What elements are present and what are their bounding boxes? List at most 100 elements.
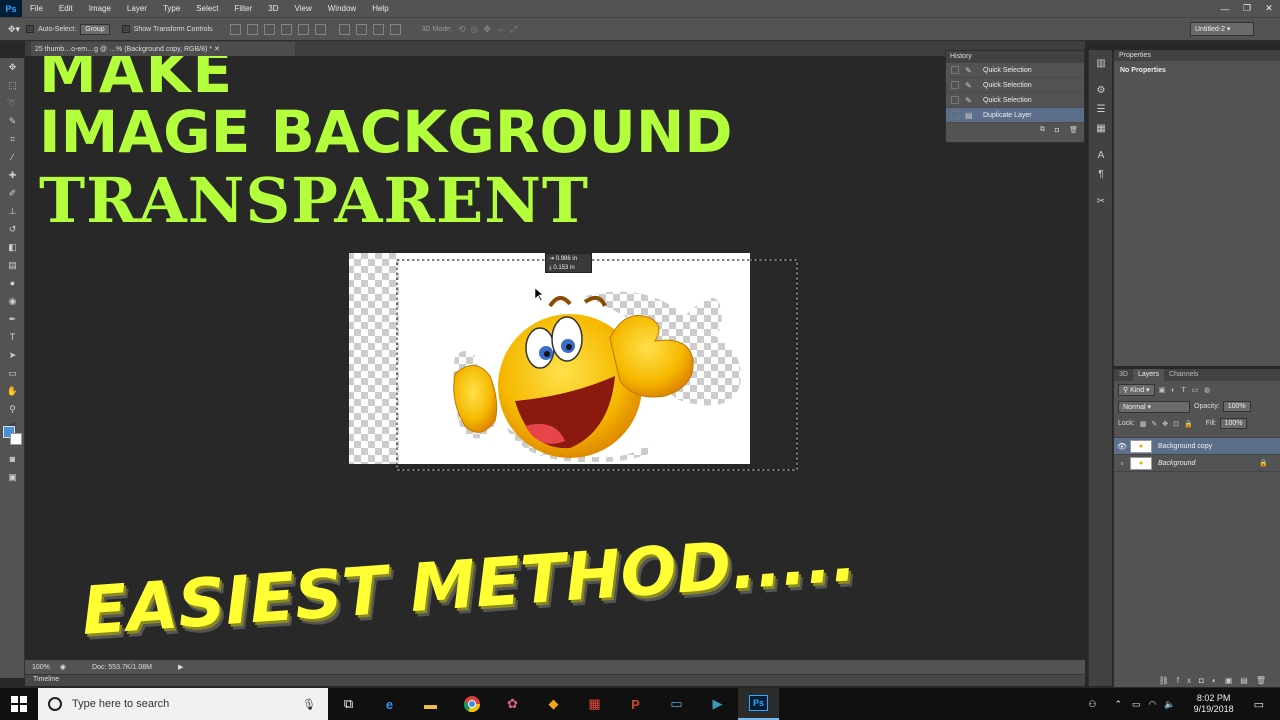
layer-row[interactable]: ▫ ● Background 🔒 — [1114, 455, 1280, 472]
lasso-tool-icon[interactable]: ➰ — [0, 94, 25, 112]
menu-3d[interactable]: 3D — [260, 4, 286, 13]
marquee-tool-icon[interactable]: ⬚ — [0, 76, 25, 94]
timeline-panel[interactable]: Timeline — [25, 674, 1085, 686]
healing-brush-icon[interactable]: ✚ — [0, 166, 25, 184]
clone-stamp-icon[interactable]: ⊥ — [0, 202, 25, 220]
align-left-icon[interactable] — [280, 23, 292, 35]
restore-button[interactable]: ❐ — [1236, 0, 1258, 17]
taskbar-search[interactable]: Type here to search 🎙 — [38, 688, 328, 720]
close-button[interactable]: ✕ — [1258, 0, 1280, 17]
adjustments-icon[interactable]: ⚙ — [1089, 81, 1113, 100]
histogram-icon[interactable]: ▥ — [1089, 54, 1113, 73]
camera-icon[interactable]: ◘ — [1055, 127, 1059, 134]
notifications-icon[interactable]: ▭ — [1254, 698, 1264, 711]
tab-layers[interactable]: Layers — [1132, 369, 1164, 381]
lock-icons[interactable]: ▦✎✥⊡🔒 — [1140, 420, 1198, 428]
menu-select[interactable]: Select — [188, 4, 226, 13]
pen-tool-icon[interactable]: ✒ — [0, 310, 25, 328]
move-tool-icon[interactable]: ✥▾ — [8, 24, 20, 35]
history-snapshot-checkbox[interactable] — [951, 111, 959, 119]
menu-image[interactable]: Image — [81, 4, 119, 13]
menu-file[interactable]: File — [22, 4, 51, 13]
move-tool-icon[interactable]: ✥ — [0, 58, 25, 76]
crop-tool-icon[interactable]: ⌗ — [0, 130, 25, 148]
distribute-icon[interactable] — [355, 23, 367, 35]
tab-channels[interactable]: Channels — [1164, 369, 1204, 381]
brush-tool-icon[interactable]: ✐ — [0, 184, 25, 202]
history-brush-icon[interactable]: ↺ — [0, 220, 25, 238]
trash-icon[interactable]: 🗑 — [1069, 126, 1078, 134]
type-tool-icon[interactable]: T — [0, 328, 25, 346]
align-bottom-icon[interactable] — [263, 23, 275, 35]
workspace-selector[interactable]: Untitled-2 ▾ — [1190, 22, 1254, 36]
minimize-button[interactable]: — — [1214, 0, 1236, 17]
blur-tool-icon[interactable]: ● — [0, 274, 25, 292]
chrome-icon[interactable] — [451, 688, 492, 720]
menu-edit[interactable]: Edit — [51, 4, 81, 13]
distribute-icon[interactable] — [372, 23, 384, 35]
microphone-icon[interactable]: 🎙 — [302, 698, 316, 711]
gradient-tool-icon[interactable]: ▤ — [0, 256, 25, 274]
start-button[interactable] — [0, 688, 38, 720]
edge-icon[interactable]: e — [369, 688, 410, 720]
menu-view[interactable]: View — [287, 4, 320, 13]
quick-selection-tool-icon[interactable]: ✎ — [0, 112, 25, 130]
app-icon[interactable]: ◆ — [533, 688, 574, 720]
powerpoint-icon[interactable]: P — [615, 688, 656, 720]
menu-filter[interactable]: Filter — [227, 4, 261, 13]
chevron-up-icon[interactable]: ⌃ — [1114, 699, 1122, 710]
tools-preset-icon[interactable]: ✂ — [1089, 192, 1113, 211]
hand-tool-icon[interactable]: ✋ — [0, 382, 25, 400]
history-item[interactable]: ▤ Duplicate Layer — [946, 108, 1084, 123]
menu-window[interactable]: Window — [320, 4, 364, 13]
close-tab-icon[interactable]: ✕ — [214, 46, 220, 53]
auto-select-checkbox[interactable] — [26, 25, 35, 33]
office-icon[interactable]: ▦ — [574, 688, 615, 720]
align-right-icon[interactable] — [314, 23, 326, 35]
path-selection-icon[interactable]: ➤ — [0, 346, 25, 364]
taskbar-clock[interactable]: 8:02 PM 9/19/2018 — [1184, 693, 1244, 715]
menu-help[interactable]: Help — [364, 4, 396, 13]
character-icon[interactable]: A — [1089, 146, 1113, 165]
volume-icon[interactable]: 🔈 — [1164, 699, 1175, 710]
new-document-icon[interactable]: ⧉ — [1040, 126, 1045, 134]
status-menu-icon[interactable]: ◉ — [60, 663, 66, 671]
sliders-icon[interactable]: ☰ — [1089, 100, 1113, 119]
people-icon[interactable]: ⚇ — [1088, 699, 1096, 710]
history-snapshot-checkbox[interactable] — [951, 81, 959, 89]
filter-type-icons[interactable]: ▣◐T▭◍ — [1159, 386, 1217, 394]
status-arrow-icon[interactable]: ▶ — [178, 663, 183, 671]
layer-row[interactable]: 👁 ● Background copy — [1114, 438, 1280, 455]
history-snapshot-checkbox[interactable] — [951, 66, 959, 74]
align-top-icon[interactable] — [229, 23, 241, 35]
distribute-icon[interactable] — [389, 23, 401, 35]
dodge-tool-icon[interactable]: ◉ — [0, 292, 25, 310]
fill-input[interactable]: 100% — [1219, 418, 1248, 429]
transform-controls-checkbox[interactable] — [121, 25, 130, 33]
align-center-icon[interactable] — [297, 23, 309, 35]
remote-desktop-icon[interactable]: ▭ — [656, 688, 697, 720]
blend-mode-dropdown[interactable]: Normal ▾ — [1118, 400, 1190, 413]
auto-select-dropdown[interactable]: Group — [80, 23, 110, 35]
document-tab[interactable]: 25 thumb…o-em…g @ …% (Background copy, R… — [31, 42, 295, 56]
history-item[interactable]: ✎ Quick Selection — [946, 93, 1084, 108]
eye-icon[interactable]: 👁 — [1114, 442, 1130, 451]
eyedropper-tool-icon[interactable]: ⁄ — [0, 148, 25, 166]
paint-icon[interactable]: ✿ — [492, 688, 533, 720]
align-middle-icon[interactable] — [246, 23, 258, 35]
info-icon[interactable]: ▦ — [1089, 119, 1113, 138]
battery-icon[interactable]: ▭ — [1132, 699, 1141, 710]
photoshop-logo-icon[interactable]: Ps — [0, 0, 22, 17]
background-color-swatch[interactable] — [10, 433, 22, 445]
zoom-level[interactable]: 100% — [32, 664, 50, 671]
history-item[interactable]: ✎ Quick Selection — [946, 63, 1084, 78]
properties-title[interactable]: Properties — [1114, 50, 1280, 61]
file-explorer-icon[interactable]: ▬ — [410, 688, 451, 720]
shape-tool-icon[interactable]: ▭ — [0, 364, 25, 382]
history-item[interactable]: ✎ Quick Selection — [946, 78, 1084, 93]
distribute-icon[interactable] — [338, 23, 350, 35]
zoom-tool-icon[interactable]: ⚲ — [0, 400, 25, 418]
menu-layer[interactable]: Layer — [119, 4, 155, 13]
menu-type[interactable]: Type — [155, 4, 188, 13]
history-snapshot-checkbox[interactable] — [951, 96, 959, 104]
